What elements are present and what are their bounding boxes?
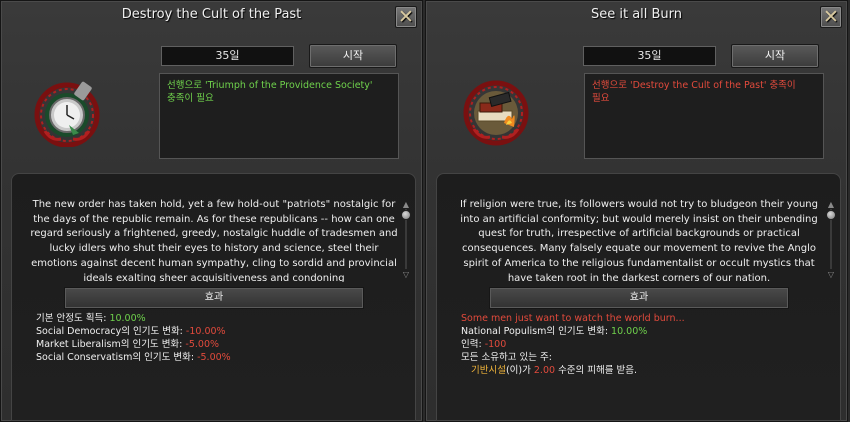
effects-header-button[interactable]: 효과 (64, 287, 364, 309)
effect-line: 기반시설(이)가 2.00 수준의 피해를 받음. (471, 365, 638, 376)
effect-line: Social Democracy의 인기도 변화: -10.00% (36, 326, 226, 337)
effect-line: 모든 소유하고 있는 주: (461, 352, 552, 363)
scroll-down-icon[interactable]: ▽ (826, 270, 836, 279)
focus-description: The new order has taken hold, yet a few … (30, 199, 398, 282)
effect-line: Social Conservatism의 인기도 변화: -5.00% (36, 352, 231, 363)
panel-title: See it all Burn (590, 7, 683, 22)
effect-line: 기본 안정도 획득: 10.00% (36, 313, 146, 324)
description-box: If religion were true, its followers wou… (436, 173, 841, 421)
effect-line: 인력: -100 (461, 339, 507, 350)
close-x-icon: ✕ (823, 5, 839, 28)
flavor-text: Some men just want to watch the world bu… (461, 313, 685, 324)
scroll-up-icon[interactable]: ▲ (401, 200, 411, 209)
prereq-line-1: 선행으로 'Destroy the Cult of the Past' 충족이 (592, 80, 796, 91)
scroll-thumb[interactable] (826, 210, 836, 220)
effects-list: Some men just want to watch the world bu… (461, 312, 831, 377)
prereq-line-2: 필요 (592, 93, 610, 104)
focus-panel-right: See it all Burn ✕ 35일 시작 선행으로 'Destroy t… (425, 0, 848, 422)
panel-title: Destroy the Cult of the Past (121, 7, 302, 22)
pocket-watch-emblem-icon (34, 81, 100, 147)
start-button[interactable]: 시작 (731, 44, 819, 68)
close-button[interactable]: ✕ (395, 6, 417, 28)
close-button[interactable]: ✕ (820, 6, 842, 28)
prereq-line-1: 선행으로 'Triumph of the Providence Society' (167, 80, 373, 91)
scroll-up-icon[interactable]: ▲ (826, 200, 836, 209)
duration-days: 35일 (161, 46, 294, 66)
prereq-line-2: 충족이 필요 (167, 93, 214, 104)
focus-description: If religion were true, its followers wou… (459, 199, 818, 282)
description-box: The new order has taken hold, yet a few … (11, 173, 416, 421)
duration-days: 35일 (583, 46, 716, 66)
effects-list: 기본 안정도 획득: 10.00% Social Democracy의 인기도 … (36, 312, 406, 364)
burning-books-emblem-icon (463, 80, 529, 146)
prerequisite-box: 선행으로 'Destroy the Cult of the Past' 충족이 … (584, 73, 824, 159)
scroll-thumb[interactable] (401, 210, 411, 220)
effect-line: Market Liberalism의 인기도 변화: -5.00% (36, 339, 220, 350)
focus-panel-left: Destroy the Cult of the Past ✕ 35일 시작 선행… (0, 0, 423, 422)
effects-header-button[interactable]: 효과 (489, 287, 789, 309)
start-button[interactable]: 시작 (309, 44, 397, 68)
effect-line: National Populism의 인기도 변화: 10.00% (461, 326, 648, 337)
close-x-icon: ✕ (398, 5, 414, 28)
prerequisite-box: 선행으로 'Triumph of the Providence Society'… (159, 73, 399, 159)
scroll-down-icon[interactable]: ▽ (401, 270, 411, 279)
